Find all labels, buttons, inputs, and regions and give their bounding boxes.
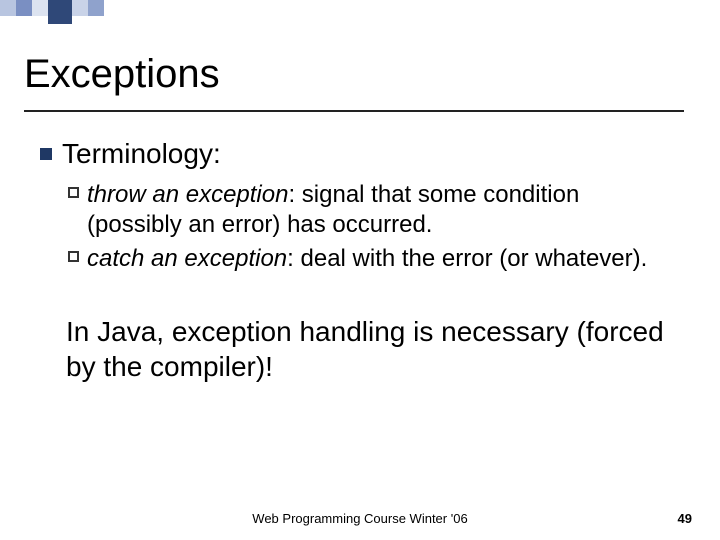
term-italic: catch: [87, 245, 144, 272]
deco-square: [16, 0, 32, 16]
deco-square: [0, 0, 16, 16]
deco-square: [88, 0, 104, 16]
term-rest: an exception: [144, 245, 287, 272]
bullet-level2: catch an exception: deal with the error …: [68, 244, 680, 274]
slide-title: Exceptions: [24, 52, 220, 97]
term-italic: throw: [87, 181, 146, 208]
corner-decoration: [0, 0, 104, 24]
bullet-level2: throw an exception: signal that some con…: [68, 180, 680, 240]
slide-content: Terminology: throw an exception: signal …: [40, 138, 680, 384]
level2-text: catch an exception: deal with the error …: [87, 244, 647, 274]
deco-square: [32, 0, 48, 16]
level2-text: throw an exception: signal that some con…: [87, 180, 680, 240]
definition-text: : deal with the error (or whatever).: [287, 245, 647, 272]
summary-text: In Java, exception handling is necessary…: [66, 314, 666, 384]
page-number: 49: [678, 511, 692, 526]
deco-square: [72, 0, 88, 16]
level1-text: Terminology:: [62, 138, 221, 170]
square-bullet-icon: [40, 148, 52, 160]
bullet-level1: Terminology:: [40, 138, 680, 170]
term-rest: an exception: [146, 181, 289, 208]
hollow-square-bullet-icon: [68, 187, 79, 198]
title-underline: [24, 110, 684, 112]
footer-text: Web Programming Course Winter '06: [0, 511, 720, 526]
deco-square: [48, 0, 72, 24]
hollow-square-bullet-icon: [68, 251, 79, 262]
